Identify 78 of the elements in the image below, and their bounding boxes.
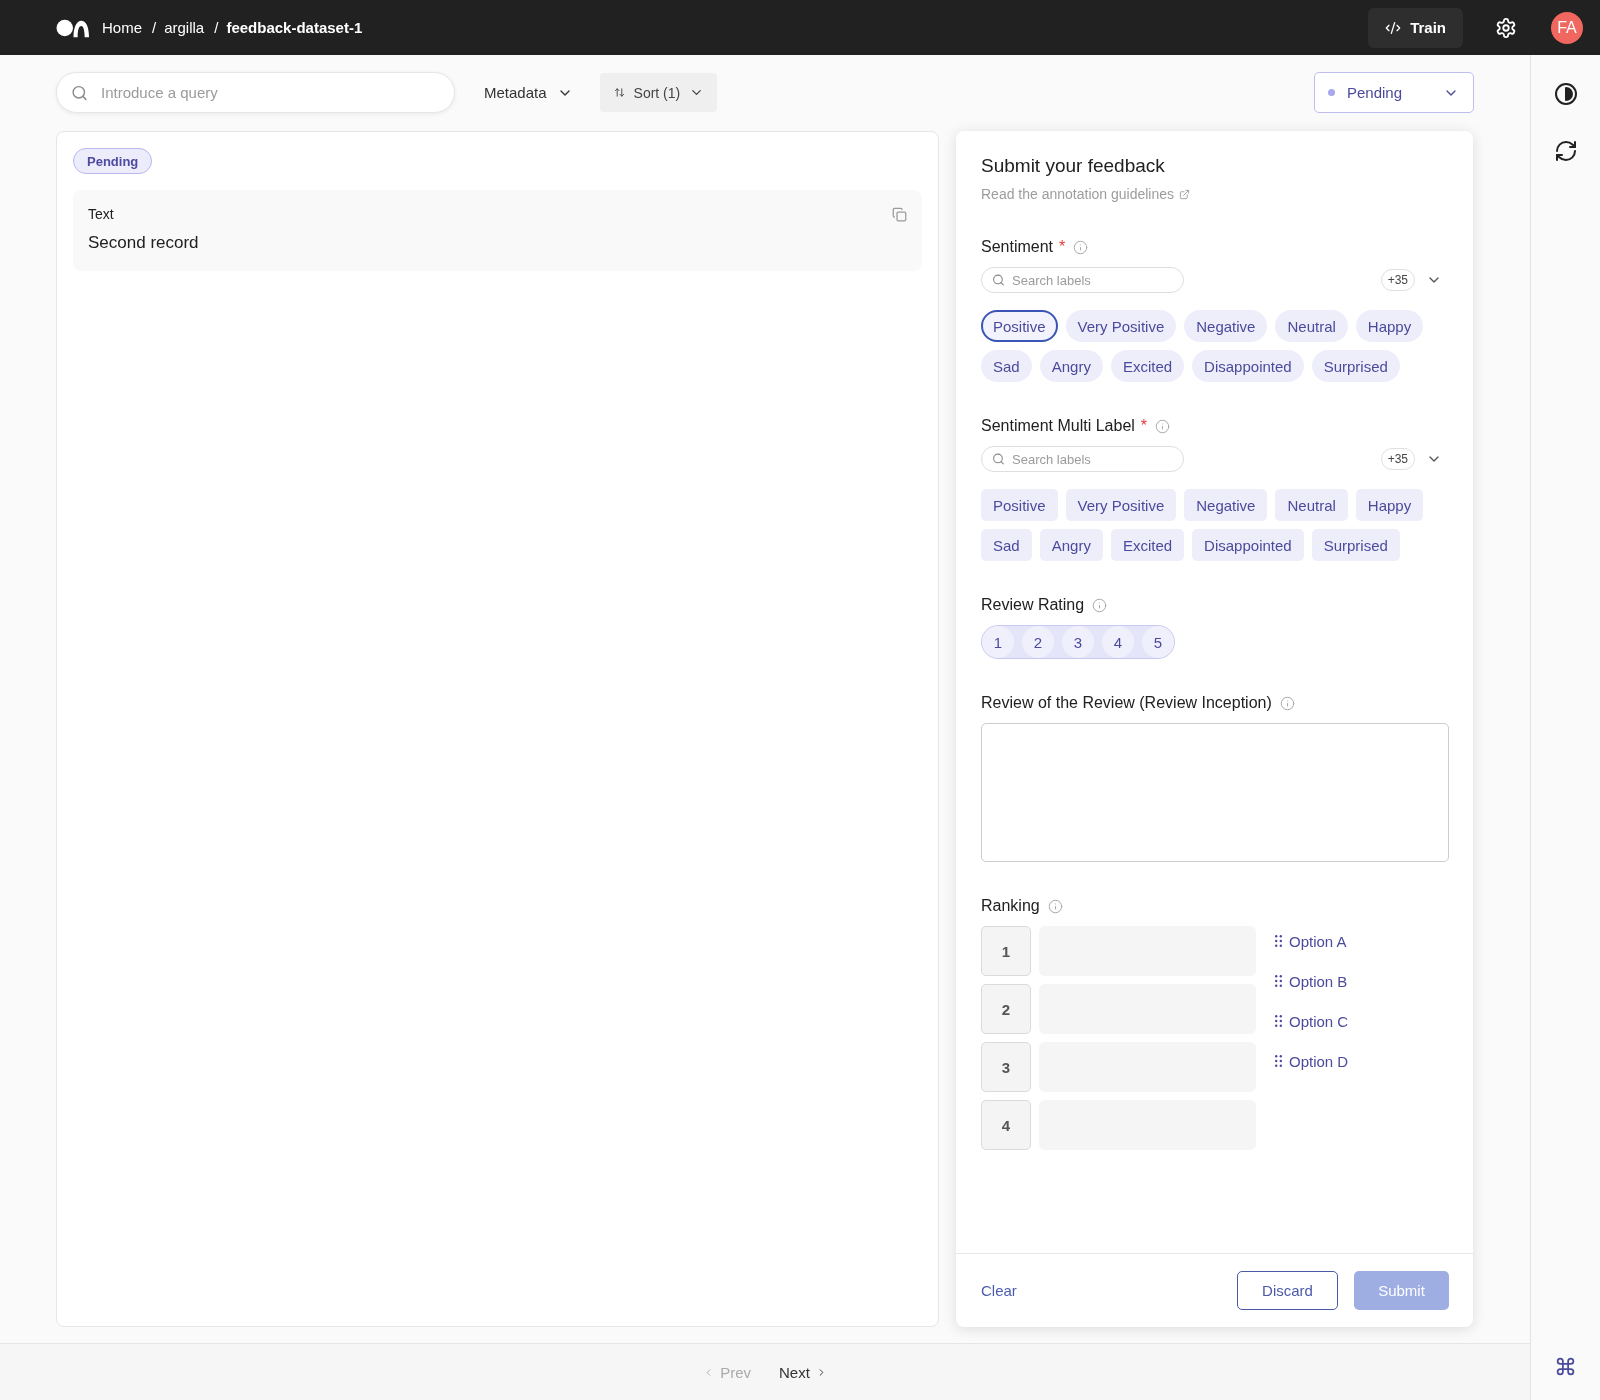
metadata-dropdown[interactable]: Metadata [484,84,573,101]
label-chip[interactable]: Excited [1110,350,1185,382]
rank-number: 3 [981,1042,1031,1092]
breadcrumb-link[interactable]: feedback-dataset-1 [226,19,363,36]
label-chip[interactable]: Disappointed [1192,529,1304,561]
question-label: Review of the Review (Review Inception) [981,694,1272,712]
label-chip[interactable]: Angry [1039,350,1103,382]
ranking-option[interactable]: Option B [1275,961,1348,1001]
code-icon [1385,19,1402,36]
label-chip[interactable]: Happy [1355,310,1424,342]
contrast-icon[interactable] [1553,82,1578,106]
logo-icon[interactable] [56,17,89,38]
label-chip[interactable]: Sad [981,529,1032,561]
rank-number: 1 [981,926,1031,976]
question-label: Sentiment [981,238,1054,256]
breadcrumb-separator: / [214,19,219,36]
search-icon [992,273,1005,287]
rating-option[interactable]: 3 [1062,626,1094,658]
rating-option[interactable]: 4 [1102,626,1134,658]
label-chip[interactable]: Neutral [1275,489,1348,521]
refresh-icon[interactable] [1553,139,1578,163]
breadcrumb-link[interactable]: Home [102,19,142,36]
rank-number: 4 [981,1100,1031,1150]
next-button[interactable]: Next [779,1363,827,1381]
drag-handle-icon [1275,1015,1282,1027]
required-mark: * [1059,238,1066,256]
clear-button[interactable]: Clear [981,1282,1017,1299]
label-chip[interactable]: Angry [1039,529,1103,561]
external-link-icon [1179,188,1191,200]
label-chip[interactable]: Negative [1184,310,1268,342]
label-chip[interactable]: Very Positive [1065,310,1177,342]
search-icon [992,452,1005,466]
status-dropdown[interactable]: Pending [1314,72,1474,113]
sort-button[interactable]: Sort (1) [599,73,718,112]
drag-handle-icon [1275,975,1282,987]
drag-handle-icon [1275,1055,1282,1067]
field-title: Text [88,205,114,223]
rank-number: 2 [981,984,1031,1034]
rating-option[interactable]: 2 [1022,626,1054,658]
more-labels-toggle[interactable]: +35 [1380,269,1415,291]
ranking-option[interactable]: Option D [1275,1041,1349,1081]
search-field[interactable]: Introduce a query [56,72,455,113]
more-labels-toggle[interactable]: +35 [1380,448,1415,470]
label-search-field[interactable]: Search labels [981,267,1184,293]
question-label: Ranking [981,897,1040,915]
label-chip[interactable]: Positive [981,310,1058,342]
rating-option[interactable]: 5 [1142,626,1174,658]
ranking-option[interactable]: Option C [1275,1001,1349,1041]
command-icon[interactable] [1555,1356,1576,1377]
label-chip[interactable]: Very Positive [1065,489,1177,521]
label-chip[interactable]: Surprised [1311,529,1400,561]
sort-arrows-icon [613,87,625,98]
form-title: Submit your feedback [981,155,1165,177]
label-chip[interactable]: Negative [1184,489,1268,521]
label-search-field[interactable]: Search labels [981,446,1184,472]
field-text: Second record [88,233,200,253]
ranking-option[interactable]: Option A [1275,921,1347,961]
train-button[interactable]: Train [1368,7,1463,48]
question-label: Sentiment Multi Label [981,417,1135,435]
question-label: Review Rating [981,596,1085,614]
copy-icon[interactable] [892,206,907,222]
status-badge: Pending [73,148,153,174]
breadcrumb-separator: / [152,19,157,36]
label-chip[interactable]: Neutral [1275,310,1348,342]
rating-option[interactable]: 1 [982,626,1014,658]
label-chip[interactable]: Positive [981,489,1058,521]
status-dot-icon [1328,89,1335,96]
settings-icon[interactable] [1495,16,1517,39]
drag-handle-icon [1275,935,1282,947]
label-chip[interactable]: Happy [1355,489,1424,521]
discard-button[interactable]: Discard [1237,1271,1338,1310]
breadcrumb-link[interactable]: argilla [164,19,205,36]
search-icon [71,84,88,101]
label-chip[interactable]: Surprised [1311,350,1400,382]
label-chip[interactable]: Disappointed [1192,350,1304,382]
label-chip[interactable]: Sad [981,350,1032,382]
required-mark: * [1140,417,1148,435]
label-chip[interactable]: Excited [1110,529,1185,561]
